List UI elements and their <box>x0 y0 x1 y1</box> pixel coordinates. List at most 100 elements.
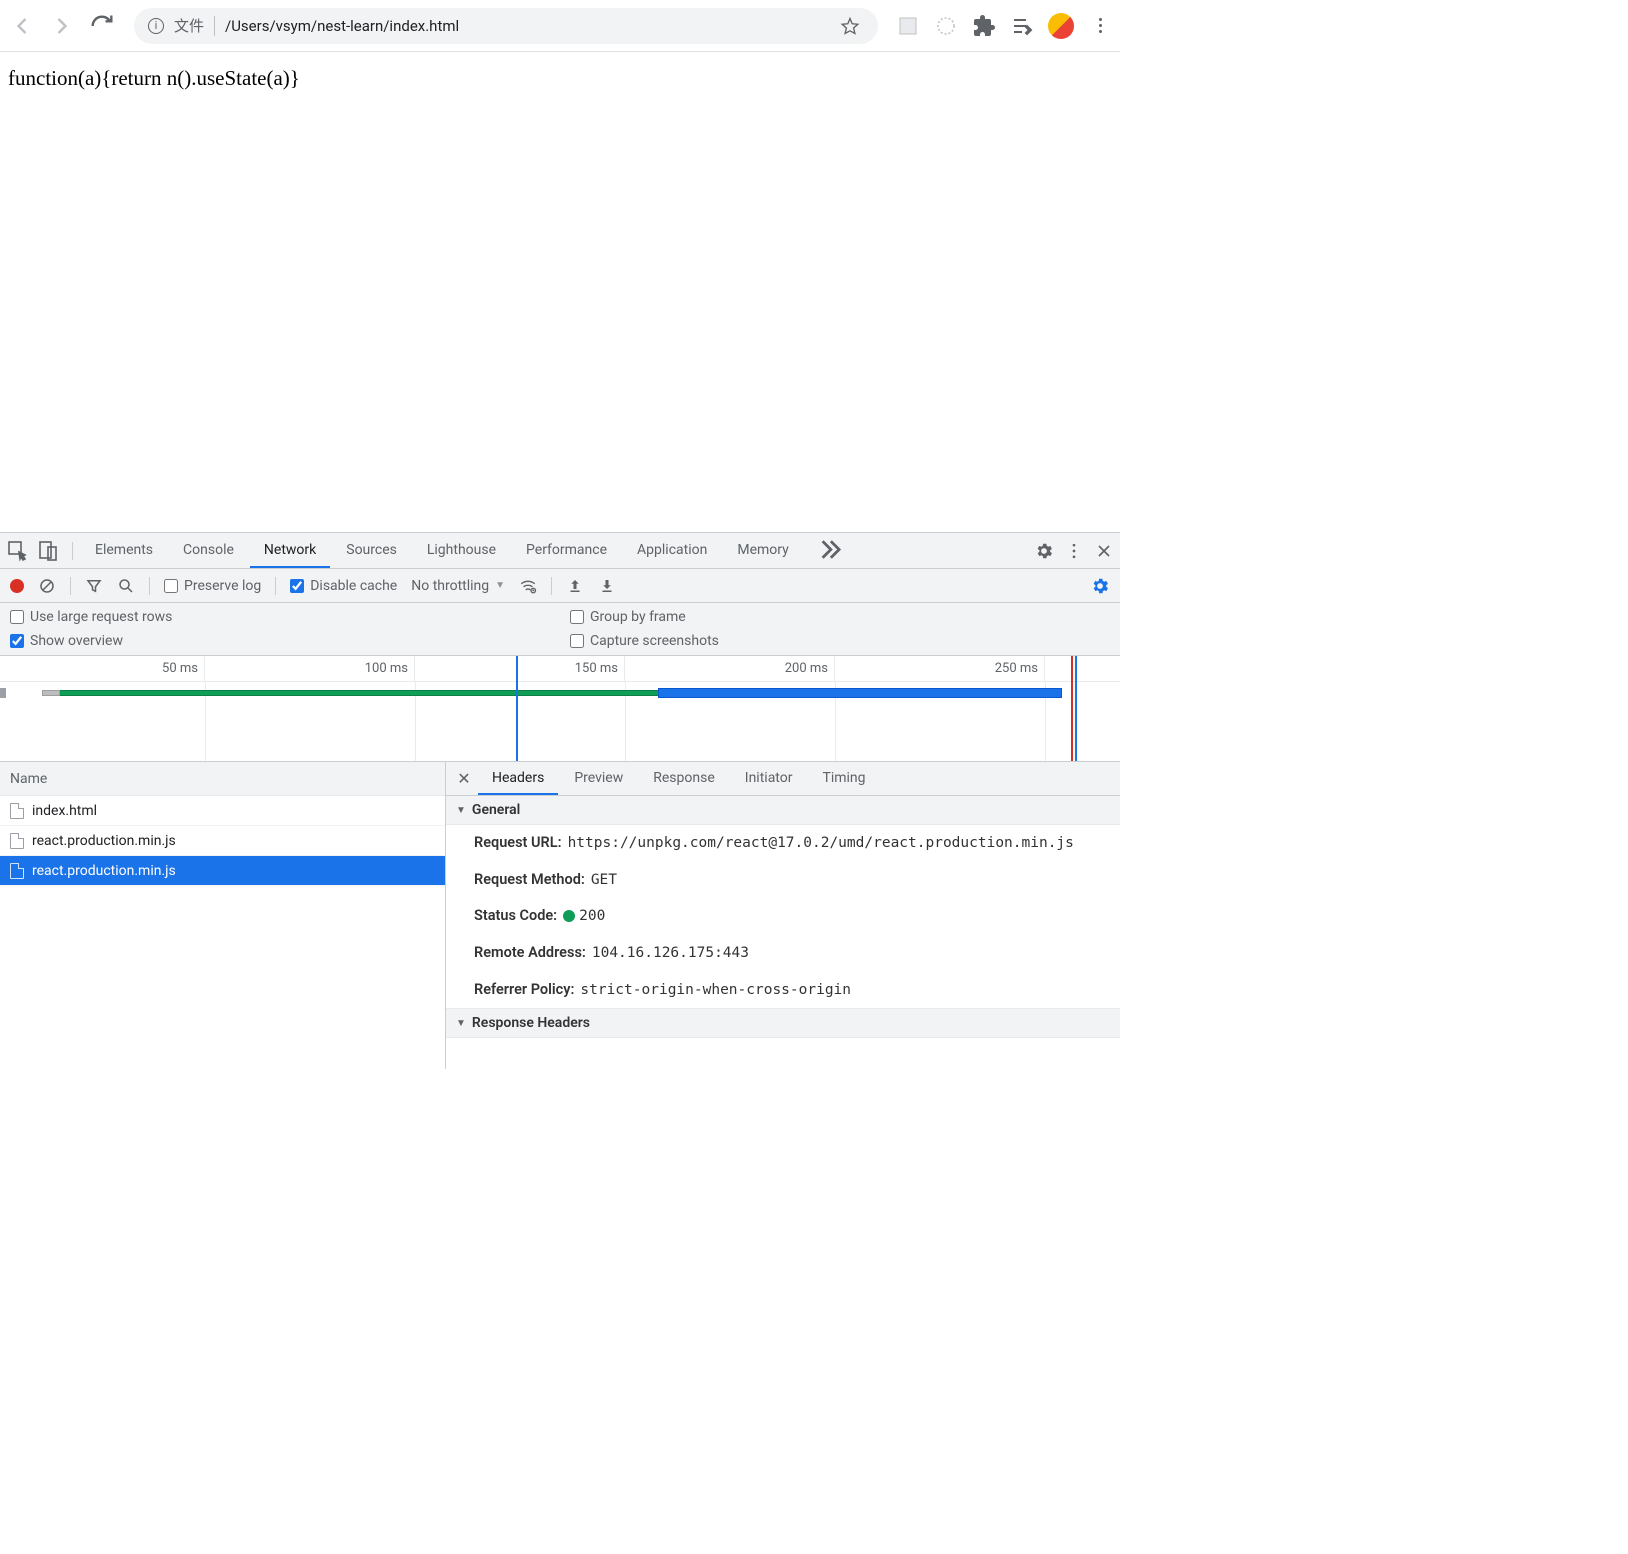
back-button[interactable] <box>8 12 36 40</box>
record-button[interactable] <box>10 579 24 593</box>
download-har-icon[interactable] <box>598 577 616 595</box>
timeline-tick: 100 ms <box>205 656 415 681</box>
disable-cache-input[interactable] <box>290 579 304 593</box>
large-rows-checkbox[interactable]: Use large request rows <box>10 609 550 625</box>
filter-icon[interactable] <box>85 577 103 595</box>
page-content: function(a){return n().useState(a)} <box>0 52 1120 532</box>
timeline-cursor[interactable] <box>516 656 518 761</box>
disable-cache-checkbox[interactable]: Disable cache <box>290 578 397 594</box>
disable-cache-label: Disable cache <box>310 578 397 594</box>
request-row[interactable]: index.html <box>0 796 445 826</box>
detail-tab-initiator[interactable]: Initiator <box>731 762 807 795</box>
separator <box>70 577 71 595</box>
tab-performance[interactable]: Performance <box>512 533 621 568</box>
devtools-menu-icon[interactable] <box>1064 541 1084 561</box>
devtools-panel: Elements Console Network Sources Lightho… <box>0 532 1120 1069</box>
tab-console[interactable]: Console <box>169 533 248 568</box>
devtools-close-icon[interactable] <box>1094 541 1114 561</box>
bookmark-star-icon[interactable] <box>840 16 860 36</box>
triangle-down-icon: ▼ <box>456 1018 466 1029</box>
url-path: /Users/vsym/nest-learn/index.html <box>225 17 459 35</box>
detail-close-icon[interactable]: ✕ <box>452 767 476 791</box>
request-panel: Name index.html react.production.min.js … <box>0 762 1120 1069</box>
url-divider <box>214 16 215 36</box>
kv-request-method: Request Method: GET <box>446 862 1120 899</box>
network-options: Use large request rows Show overview Gro… <box>0 603 1120 656</box>
extensions-puzzle-icon[interactable] <box>972 14 996 38</box>
network-timeline[interactable]: 50 ms 100 ms 150 ms 200 ms 250 ms <box>0 656 1120 762</box>
capture-screenshots-input[interactable] <box>570 634 584 648</box>
kv-value: strict-origin-when-cross-origin <box>580 978 851 1003</box>
detail-tab-response[interactable]: Response <box>639 762 729 795</box>
detail-body: ▼ General Request URL: https://unpkg.com… <box>446 796 1120 1069</box>
browser-menu-icon[interactable] <box>1088 14 1112 38</box>
group-frame-label: Group by frame <box>590 609 686 625</box>
list-header-name[interactable]: Name <box>0 762 445 796</box>
request-list: Name index.html react.production.min.js … <box>0 762 446 1069</box>
info-icon[interactable]: i <box>148 18 164 34</box>
capture-screenshots-checkbox[interactable]: Capture screenshots <box>570 633 1110 649</box>
large-rows-input[interactable] <box>10 610 24 624</box>
kv-key: Request Method: <box>474 868 585 893</box>
kv-status-code: Status Code: 200 <box>446 898 1120 935</box>
detail-tab-headers[interactable]: Headers <box>478 762 558 795</box>
reading-list-icon[interactable] <box>1010 14 1034 38</box>
devtools-tabbar: Elements Console Network Sources Lightho… <box>0 533 1120 569</box>
status-dot-icon <box>563 910 575 922</box>
settings-gear-icon[interactable] <box>1034 541 1054 561</box>
extension-icon-2[interactable] <box>934 14 958 38</box>
chevron-down-icon: ▼ <box>495 580 505 591</box>
url-bar[interactable]: i 文件 /Users/vsym/nest-learn/index.html <box>134 8 878 44</box>
extension-icon-1[interactable] <box>896 14 920 38</box>
upload-har-icon[interactable] <box>566 577 584 595</box>
tab-lighthouse[interactable]: Lighthouse <box>413 533 510 568</box>
separator <box>275 577 276 595</box>
profile-avatar[interactable] <box>1048 13 1074 39</box>
timeline-marker <box>1071 656 1073 761</box>
tab-sources[interactable]: Sources <box>332 533 411 568</box>
kv-value: GET <box>591 868 617 893</box>
search-icon[interactable] <box>117 577 135 595</box>
group-frame-input[interactable] <box>570 610 584 624</box>
preserve-log-label: Preserve log <box>184 578 261 594</box>
tab-application[interactable]: Application <box>623 533 721 568</box>
kv-key: Remote Address: <box>474 941 586 966</box>
kv-key: Referrer Policy: <box>474 978 574 1003</box>
request-row[interactable]: react.production.min.js <box>0 856 445 886</box>
tab-network[interactable]: Network <box>250 533 330 568</box>
section-response-headers[interactable]: ▼ Response Headers <box>446 1008 1120 1038</box>
file-icon <box>10 863 24 879</box>
tab-overflow-icon[interactable] <box>805 533 854 568</box>
device-toggle-icon[interactable] <box>36 539 60 563</box>
tab-memory[interactable]: Memory <box>723 533 802 568</box>
show-overview-checkbox[interactable]: Show overview <box>10 633 550 649</box>
preserve-log-checkbox[interactable]: Preserve log <box>164 578 261 594</box>
detail-tab-preview[interactable]: Preview <box>560 762 637 795</box>
kv-remote-address: Remote Address: 104.16.126.175:443 <box>446 935 1120 972</box>
network-toolbar: Preserve log Disable cache No throttling… <box>0 569 1120 603</box>
timeline-tick: 200 ms <box>625 656 835 681</box>
inspect-element-icon[interactable] <box>6 539 30 563</box>
show-overview-input[interactable] <box>10 634 24 648</box>
separator <box>149 577 150 595</box>
detail-tab-timing[interactable]: Timing <box>808 762 879 795</box>
network-conditions-icon[interactable] <box>519 577 537 595</box>
preserve-log-input[interactable] <box>164 579 178 593</box>
reload-button[interactable] <box>88 12 116 40</box>
kv-referrer-policy: Referrer Policy: strict-origin-when-cros… <box>446 972 1120 1009</box>
kv-key: Request URL: <box>474 831 562 856</box>
tab-elements[interactable]: Elements <box>81 533 167 568</box>
request-row[interactable]: react.production.min.js <box>0 826 445 856</box>
throttling-select[interactable]: No throttling ▼ <box>411 578 505 594</box>
section-general[interactable]: ▼ General <box>446 796 1120 825</box>
clear-button[interactable] <box>38 577 56 595</box>
request-name: react.production.min.js <box>32 833 176 849</box>
kv-key: Status Code: <box>474 904 557 929</box>
url-protocol-label: 文件 <box>174 15 204 36</box>
request-name: index.html <box>32 803 97 819</box>
forward-button[interactable] <box>48 12 76 40</box>
group-frame-checkbox[interactable]: Group by frame <box>570 609 1110 625</box>
network-settings-gear-icon[interactable] <box>1090 576 1110 596</box>
separator <box>551 577 552 595</box>
show-overview-label: Show overview <box>30 633 123 649</box>
